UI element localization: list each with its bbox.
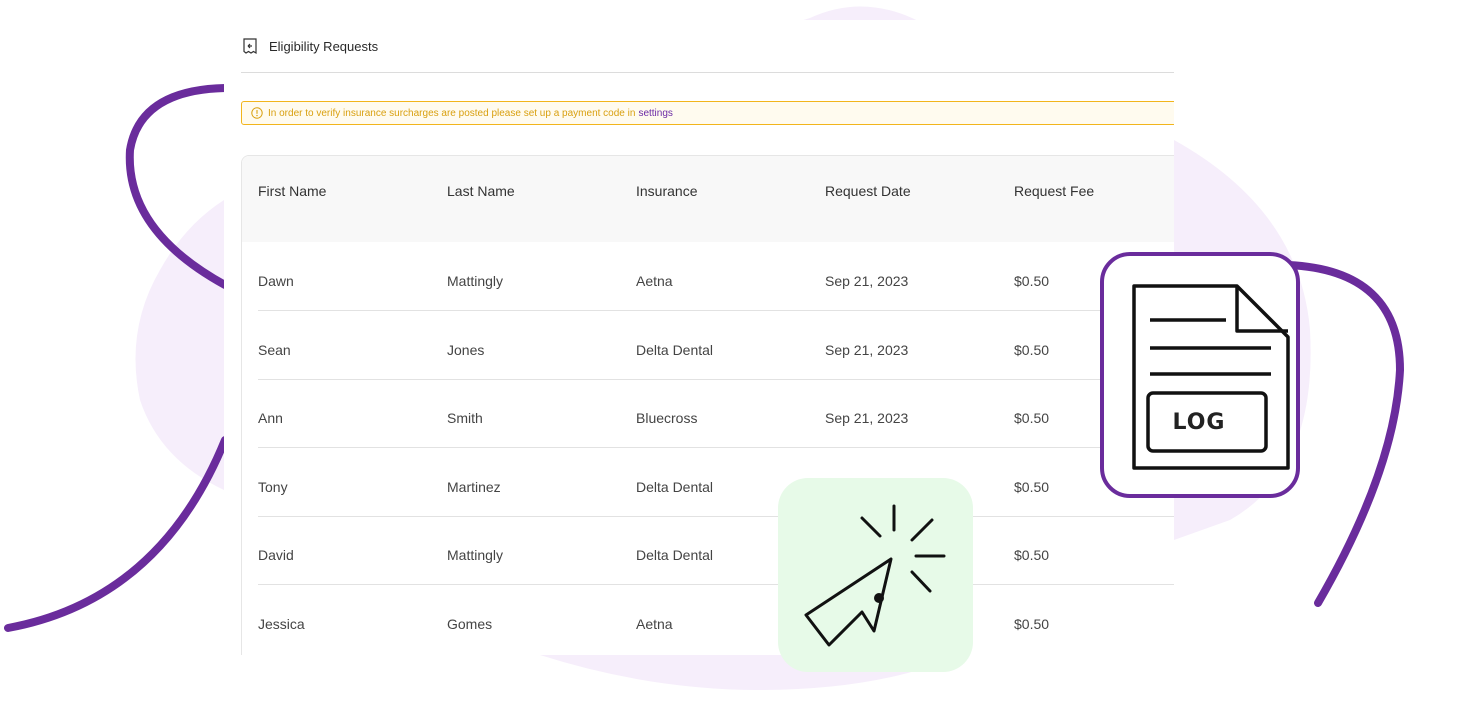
settings-link[interactable]: settings (638, 108, 672, 119)
cell-last-name: Mattingly (447, 273, 504, 289)
cell-insurance: Bluecross (636, 410, 698, 426)
cell-first-name: Ann (258, 410, 283, 426)
table-row[interactable]: Ann Smith Bluecross Sep 21, 2023 $0.50 (258, 379, 1174, 448)
column-header-first-name[interactable]: First Name (258, 183, 326, 199)
cell-request-fee: $0.50 (1014, 410, 1050, 426)
log-label: LOG (1172, 410, 1226, 435)
page-header: Eligibility Requests (241, 20, 1174, 73)
table-row[interactable]: Jessica Gomes Aetna $0.50 (258, 585, 1174, 653)
cell-request-fee: $0.50 (1014, 342, 1050, 358)
eligibility-requests-panel: Eligibility Requests In order to verify … (224, 20, 1174, 655)
column-header-insurance[interactable]: Insurance (636, 183, 697, 199)
alert-banner: In order to verify insurance surcharges … (241, 101, 1174, 125)
cell-last-name: Smith (447, 410, 483, 426)
cell-request-date: Sep 21, 2023 (825, 410, 909, 426)
cell-request-fee: $0.50 (1014, 616, 1050, 632)
cell-request-fee: $0.50 (1014, 273, 1050, 289)
table-row[interactable]: David Mattingly Delta Dental $0.50 (258, 516, 1174, 585)
cell-request-fee: $0.50 (1014, 479, 1050, 495)
cell-insurance: Delta Dental (636, 342, 714, 358)
cell-first-name: Sean (258, 342, 291, 358)
cell-request-date: Sep 21, 2023 (825, 273, 909, 289)
click-card (778, 478, 973, 672)
cell-insurance: Delta Dental (636, 547, 714, 563)
column-header-last-name[interactable]: Last Name (447, 183, 515, 199)
cell-insurance: Aetna (636, 273, 673, 289)
cell-last-name: Martinez (447, 479, 501, 495)
table-row[interactable]: Dawn Mattingly Aetna Sep 21, 2023 $0.50 (258, 242, 1174, 311)
receipt-back-icon[interactable] (241, 37, 259, 55)
table-row[interactable]: Sean Jones Delta Dental Sep 21, 2023 $0.… (258, 311, 1174, 380)
cell-last-name: Gomes (447, 616, 493, 632)
cell-first-name: Tony (258, 479, 288, 495)
cell-first-name: Jessica (258, 616, 305, 632)
table-header: First Name Last Name Insurance Request D… (242, 156, 1174, 242)
cell-first-name: Dawn (258, 273, 294, 289)
cell-first-name: David (258, 547, 294, 563)
cell-request-date: Sep 21, 2023 (825, 342, 909, 358)
cell-last-name: Mattingly (447, 547, 504, 563)
cell-insurance: Delta Dental (636, 479, 714, 495)
page-title: Eligibility Requests (269, 38, 379, 54)
cell-last-name: Jones (447, 342, 485, 358)
cell-request-fee: $0.50 (1014, 547, 1050, 563)
warning-circle-icon (251, 107, 263, 119)
log-card: LOG (1100, 252, 1300, 498)
table-row[interactable]: Tony Martinez Delta Dental $0.50 (258, 448, 1174, 517)
alert-message: In order to verify insurance surcharges … (268, 107, 636, 119)
eligibility-table: First Name Last Name Insurance Request D… (241, 155, 1174, 655)
column-header-request-date[interactable]: Request Date (825, 183, 911, 199)
cell-insurance: Aetna (636, 616, 673, 632)
column-header-request-fee[interactable]: Request Fee (1014, 183, 1094, 199)
